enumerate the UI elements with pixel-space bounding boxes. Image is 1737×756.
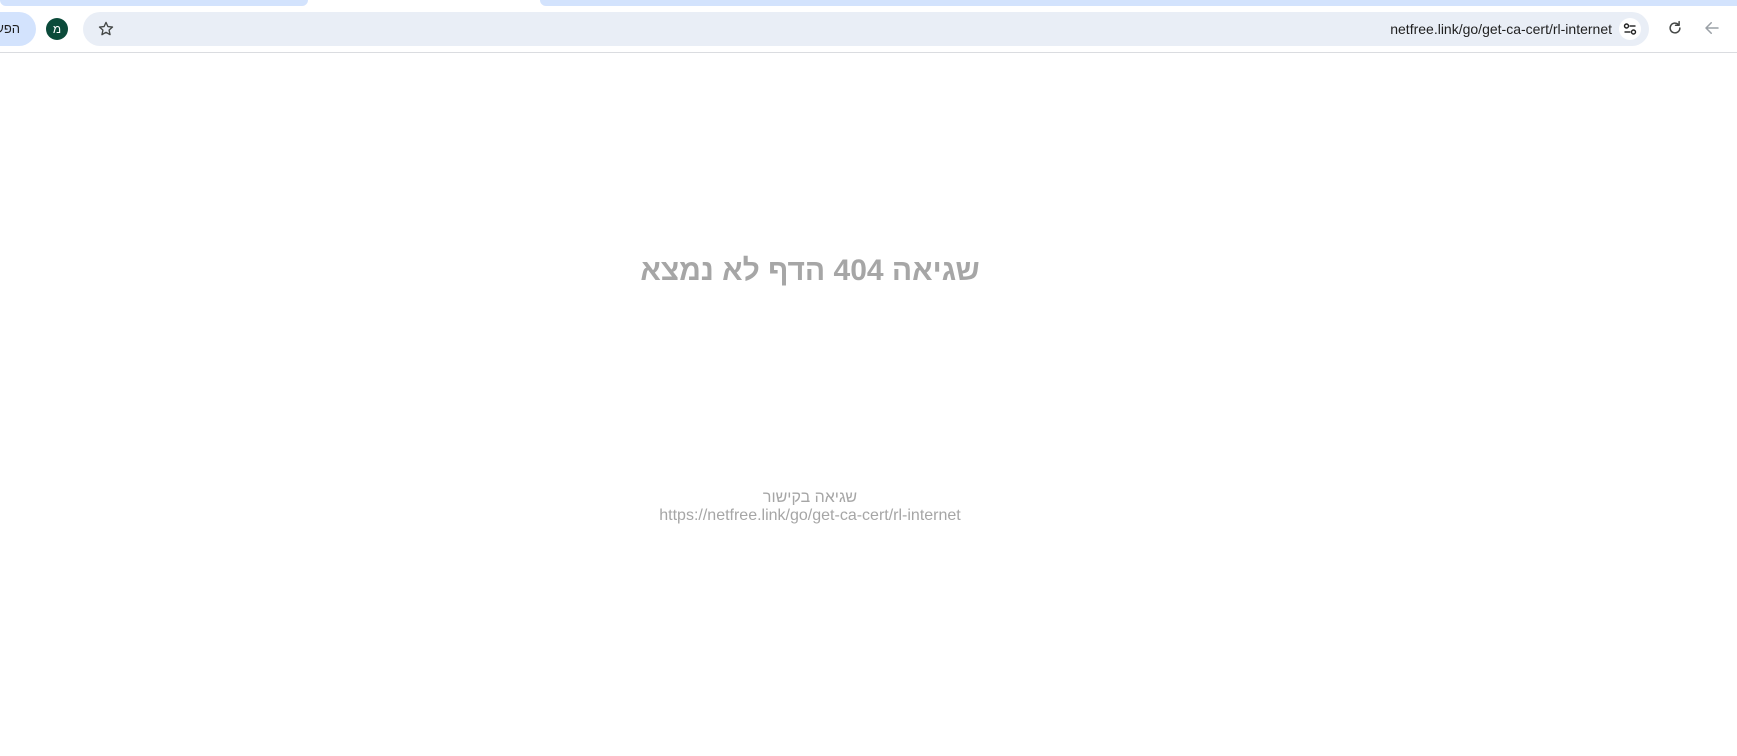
profile-chip-label: הפעל (0, 21, 20, 36)
tab-inactive-left[interactable] (0, 0, 308, 6)
tab-inactive-right[interactable] (540, 0, 1737, 6)
avatar[interactable]: מ (46, 18, 68, 40)
star-icon[interactable] (97, 20, 115, 38)
avatar-letter: מ (52, 22, 62, 36)
url-text[interactable]: netfree.link/go/get-ca-cert/rl-internet (1390, 12, 1612, 46)
profile-chip-button[interactable]: הפעל (0, 12, 36, 46)
error-link-text: https://netfree.link/go/get-ca-cert/rl-i… (659, 507, 961, 524)
address-bar[interactable]: netfree.link/go/get-ca-cert/rl-internet (83, 12, 1649, 46)
error-subtitle: שגיאה בקישור (762, 489, 858, 506)
tune-icon[interactable] (1619, 18, 1641, 40)
browser-toolbar: הפעל מ netfree.link/go/get-ca-cert/rl-in… (0, 0, 1737, 53)
tab-strip (0, 0, 1737, 6)
reload-icon[interactable] (1666, 19, 1684, 37)
error-details: שגיאה בקישור https://netfree.link/go/get… (0, 489, 1620, 525)
back-arrow-icon[interactable] (1703, 19, 1721, 37)
page-content: שגיאה 404 הדף לא נמצא שגיאה בקישור https… (0, 54, 1737, 756)
page-title: שגיאה 404 הדף לא נמצא (640, 254, 980, 287)
